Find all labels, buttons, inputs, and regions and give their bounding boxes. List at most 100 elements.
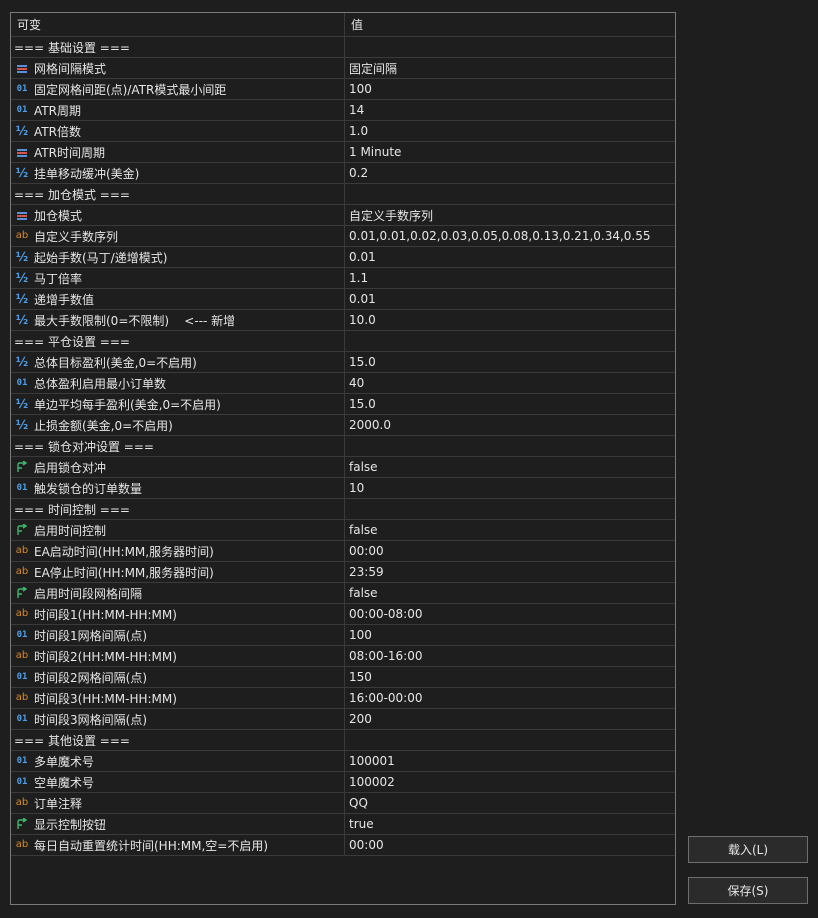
parameter-name: EA启动时间(HH:MM,服务器时间) bbox=[34, 544, 214, 559]
parameter-value[interactable] bbox=[345, 184, 675, 204]
parameter-row[interactable]: ½ 最大手数限制(0=不限制) <--- 新增 10.0 bbox=[11, 310, 675, 331]
parameter-value[interactable]: 23:59 bbox=[345, 562, 675, 582]
parameter-row[interactable]: ab 自定义手数序列 0.01,0.01,0.02,0.03,0.05,0.08,0… bbox=[11, 226, 675, 247]
parameter-value[interactable]: 00:00 bbox=[345, 835, 675, 855]
section-row[interactable]: === 加仓模式 === bbox=[11, 184, 675, 205]
enum-icon bbox=[15, 208, 29, 222]
section-row[interactable]: === 其他设置 === bbox=[11, 730, 675, 751]
parameter-name: 最大手数限制(0=不限制) <--- 新增 bbox=[34, 313, 236, 328]
parameter-row[interactable]: 01 空单魔术号 100002 bbox=[11, 772, 675, 793]
parameter-value[interactable]: 00:00 bbox=[345, 541, 675, 561]
section-row[interactable]: === 基础设置 === bbox=[11, 37, 675, 58]
parameter-name-cell: 01 时间段1网格间隔(点) bbox=[11, 625, 345, 645]
parameter-value[interactable]: 100 bbox=[345, 625, 675, 645]
parameter-value[interactable]: 10 bbox=[345, 478, 675, 498]
parameter-row[interactable]: ab 时间段3(HH:MM-HH:MM) 16:00-00:00 bbox=[11, 688, 675, 709]
parameter-value[interactable] bbox=[345, 730, 675, 750]
parameter-value[interactable]: 100002 bbox=[345, 772, 675, 792]
parameter-value[interactable]: 00:00-08:00 bbox=[345, 604, 675, 624]
parameter-value[interactable]: true bbox=[345, 814, 675, 834]
parameter-value[interactable]: 0.01 bbox=[345, 289, 675, 309]
parameter-name-cell: ab 时间段2(HH:MM-HH:MM) bbox=[11, 646, 345, 666]
parameter-row[interactable]: 01 时间段3网格间隔(点) 200 bbox=[11, 709, 675, 730]
parameter-row[interactable]: ATR时间周期 1 Minute bbox=[11, 142, 675, 163]
int-icon: 01 bbox=[16, 755, 28, 766]
parameter-value[interactable]: 1 Minute bbox=[345, 142, 675, 162]
int-icon: 01 bbox=[16, 482, 28, 493]
parameter-value[interactable] bbox=[345, 331, 675, 351]
parameter-row[interactable]: 01 触发锁仓的订单数量 10 bbox=[11, 478, 675, 499]
column-header-value[interactable]: 值 bbox=[345, 13, 675, 36]
parameter-value[interactable]: 100001 bbox=[345, 751, 675, 771]
parameter-row[interactable]: 启用锁仓对冲 false bbox=[11, 457, 675, 478]
parameter-row[interactable]: 启用时间控制 false bbox=[11, 520, 675, 541]
parameter-name: 订单注释 bbox=[34, 796, 83, 811]
parameter-name: ATR周期 bbox=[34, 103, 81, 118]
parameter-value[interactable]: 10.0 bbox=[345, 310, 675, 330]
parameter-value[interactable] bbox=[345, 37, 675, 57]
section-row[interactable]: === 时间控制 === bbox=[11, 499, 675, 520]
parameter-value[interactable]: 0.01,0.01,0.02,0.03,0.05,0.08,0.13,0.21,… bbox=[345, 226, 675, 246]
parameter-row[interactable]: ½ ATR倍数 1.0 bbox=[11, 121, 675, 142]
parameter-row[interactable]: 01 多单魔术号 100001 bbox=[11, 751, 675, 772]
parameter-value[interactable]: 0.2 bbox=[345, 163, 675, 183]
section-row[interactable]: === 平仓设置 === bbox=[11, 331, 675, 352]
parameter-row[interactable]: 01 时间段2网格间隔(点) 150 bbox=[11, 667, 675, 688]
parameter-row[interactable]: 网格间隔模式 固定间隔 bbox=[11, 58, 675, 79]
column-header-variable[interactable]: 可变 bbox=[11, 13, 345, 36]
parameter-value[interactable]: QQ bbox=[345, 793, 675, 813]
parameter-row[interactable]: ½ 起始手数(马丁/递增模式) 0.01 bbox=[11, 247, 675, 268]
parameter-value[interactable]: 150 bbox=[345, 667, 675, 687]
parameter-name-cell: ab EA停止时间(HH:MM,服务器时间) bbox=[11, 562, 345, 582]
parameter-row[interactable]: 01 固定网格间距(点)/ATR模式最小间距 100 bbox=[11, 79, 675, 100]
parameter-value[interactable]: 14 bbox=[345, 100, 675, 120]
parameter-value[interactable]: 15.0 bbox=[345, 394, 675, 414]
parameter-value[interactable] bbox=[345, 436, 675, 456]
parameter-row[interactable]: ab 时间段2(HH:MM-HH:MM) 08:00-16:00 bbox=[11, 646, 675, 667]
parameter-row[interactable]: 显示控制按钮 true bbox=[11, 814, 675, 835]
parameter-value[interactable]: 1.1 bbox=[345, 268, 675, 288]
parameter-row[interactable]: ½ 马丁倍率 1.1 bbox=[11, 268, 675, 289]
parameter-value[interactable] bbox=[345, 499, 675, 519]
parameter-row[interactable]: ab EA启动时间(HH:MM,服务器时间) 00:00 bbox=[11, 541, 675, 562]
parameter-name-cell: 01 固定网格间距(点)/ATR模式最小间距 bbox=[11, 79, 345, 99]
parameter-name-cell: ab 时间段3(HH:MM-HH:MM) bbox=[11, 688, 345, 708]
parameter-value[interactable]: 100 bbox=[345, 79, 675, 99]
parameter-row[interactable]: 启用时间段网格间隔 false bbox=[11, 583, 675, 604]
parameter-value[interactable]: 40 bbox=[345, 373, 675, 393]
parameter-value[interactable]: 08:00-16:00 bbox=[345, 646, 675, 666]
parameter-value[interactable]: false bbox=[345, 457, 675, 477]
parameter-value[interactable]: 1.0 bbox=[345, 121, 675, 141]
section-row[interactable]: === 锁仓对冲设置 === bbox=[11, 436, 675, 457]
parameter-value[interactable]: false bbox=[345, 520, 675, 540]
parameter-row[interactable]: ½ 单边平均每手盈利(美金,0=不启用) 15.0 bbox=[11, 394, 675, 415]
parameter-value[interactable]: 自定义手数序列 bbox=[345, 205, 675, 225]
parameter-row[interactable]: ab 订单注释 QQ bbox=[11, 793, 675, 814]
parameter-name: 自定义手数序列 bbox=[34, 229, 119, 244]
parameter-name: ATR时间周期 bbox=[34, 145, 105, 160]
save-button[interactable]: 保存(S) bbox=[688, 877, 808, 904]
parameter-value[interactable]: 2000.0 bbox=[345, 415, 675, 435]
parameter-row[interactable]: ½ 总体目标盈利(美金,0=不启用) 15.0 bbox=[11, 352, 675, 373]
load-button[interactable]: 载入(L) bbox=[688, 836, 808, 863]
parameter-row[interactable]: 01 总体盈利启用最小订单数 40 bbox=[11, 373, 675, 394]
parameter-row[interactable]: 01 ATR周期 14 bbox=[11, 100, 675, 121]
parameter-value[interactable]: false bbox=[345, 583, 675, 603]
parameter-value[interactable]: 15.0 bbox=[345, 352, 675, 372]
parameter-value[interactable]: 0.01 bbox=[345, 247, 675, 267]
parameter-name: 加仓模式 bbox=[34, 208, 83, 223]
parameter-value[interactable]: 16:00-00:00 bbox=[345, 688, 675, 708]
parameter-value[interactable]: 200 bbox=[345, 709, 675, 729]
parameter-row[interactable]: ab EA停止时间(HH:MM,服务器时间) 23:59 bbox=[11, 562, 675, 583]
parameter-row[interactable]: ½ 递增手数值 0.01 bbox=[11, 289, 675, 310]
parameter-row[interactable]: 01 时间段1网格间隔(点) 100 bbox=[11, 625, 675, 646]
parameter-row[interactable]: 加仓模式 自定义手数序列 bbox=[11, 205, 675, 226]
parameter-row[interactable]: ab 时间段1(HH:MM-HH:MM) 00:00-08:00 bbox=[11, 604, 675, 625]
parameter-row[interactable]: ½ 止损金额(美金,0=不启用) 2000.0 bbox=[11, 415, 675, 436]
parameter-name: 多单魔术号 bbox=[34, 754, 95, 769]
parameter-name: 启用锁仓对冲 bbox=[34, 460, 107, 475]
parameter-row[interactable]: ab 每日自动重置统计时间(HH:MM,空=不启用) 00:00 bbox=[11, 835, 675, 856]
parameter-value[interactable]: 固定间隔 bbox=[345, 58, 675, 78]
parameter-name-cell: ab 每日自动重置统计时间(HH:MM,空=不启用) bbox=[11, 835, 345, 855]
parameter-row[interactable]: ½ 挂单移动缓冲(美金) 0.2 bbox=[11, 163, 675, 184]
